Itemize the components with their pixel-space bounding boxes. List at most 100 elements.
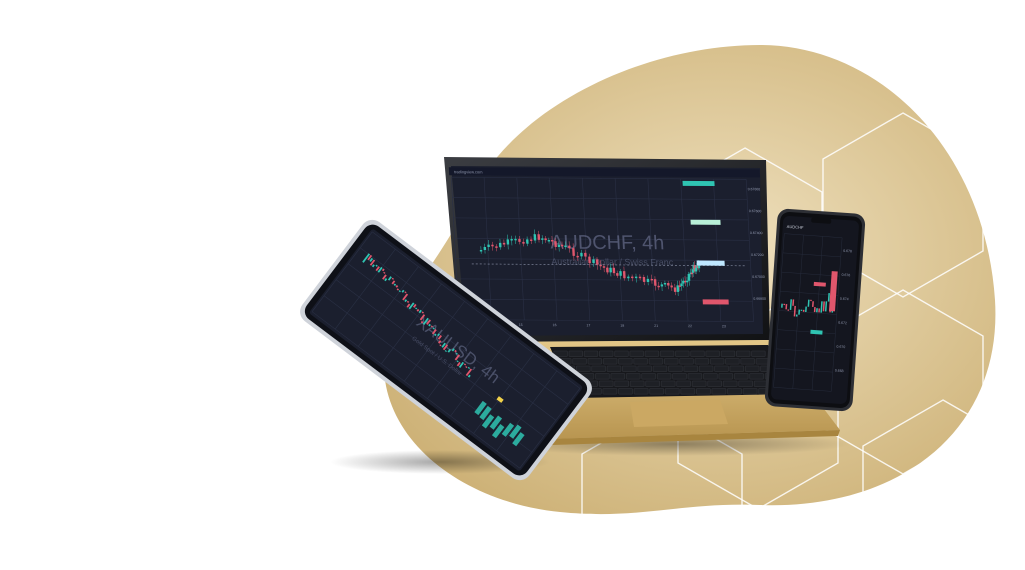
keyboard-key — [722, 380, 738, 387]
candle — [576, 255, 579, 258]
keyboard-key — [587, 358, 603, 365]
price-tick-label: 0.67800 — [748, 187, 761, 191]
candle — [800, 309, 803, 311]
keyboard-key — [687, 373, 703, 380]
hero-illustration: tradingview.com AUDCHF, 4h Australian Do… — [300, 45, 1024, 570]
keyboard-key — [672, 373, 687, 380]
keyboard-key — [606, 365, 622, 372]
candle — [568, 245, 571, 249]
candle — [550, 240, 554, 242]
keyboard-key — [633, 388, 649, 395]
candle — [783, 303, 786, 306]
date-tick-label: 21 — [654, 324, 658, 328]
phone-buy-tag — [810, 329, 823, 335]
price-tick-label: 0.67000 — [752, 275, 765, 279]
candle — [818, 308, 821, 313]
candle — [612, 267, 616, 274]
laptop-entry-tag — [696, 260, 725, 266]
candle — [522, 241, 525, 244]
laptop-touchpad — [630, 400, 728, 427]
keyboard-key — [618, 388, 633, 395]
candle — [638, 276, 642, 279]
keyboard-key — [568, 350, 584, 357]
keyboard-key — [591, 365, 606, 372]
date-tick-label: 16 — [553, 323, 557, 327]
keyboard-key — [595, 373, 610, 380]
phone: AUDCHF 0.6780.6760.6740.6720.6700.668 — [764, 208, 866, 412]
candle — [541, 238, 544, 240]
candle — [495, 246, 498, 248]
candle — [810, 299, 812, 302]
candle — [622, 271, 626, 279]
keyboard-key — [648, 358, 664, 365]
keyboard-key — [576, 365, 591, 372]
price-tick-label: 0.674 — [840, 297, 849, 302]
price-tick-label: 0.67400 — [750, 231, 763, 235]
candle — [498, 242, 502, 248]
candle — [606, 267, 609, 273]
candle — [627, 276, 630, 279]
laptop-sl-tag — [702, 299, 729, 305]
keyboard-key — [675, 350, 690, 357]
keyboard-key — [676, 380, 692, 387]
keyboard-key — [652, 365, 668, 372]
keyboard-key — [599, 350, 614, 357]
date-tick-label: 22 — [688, 324, 692, 328]
keyboard-key — [733, 373, 749, 380]
keyboard-key — [598, 380, 614, 387]
candle — [660, 284, 664, 287]
price-tick-label: 0.672 — [838, 321, 847, 326]
candle — [673, 287, 677, 292]
keyboard-key — [629, 380, 645, 387]
keyboard-key — [602, 358, 618, 365]
candle — [646, 278, 650, 282]
candle — [653, 279, 657, 286]
candle — [584, 252, 587, 257]
candle — [544, 238, 547, 241]
candle — [595, 259, 599, 265]
candle — [634, 276, 638, 279]
keyboard-key — [622, 365, 637, 372]
candle — [592, 259, 595, 263]
keyboard-key — [694, 358, 710, 365]
candle — [554, 241, 557, 247]
keyboard-key — [625, 373, 641, 380]
keyboard-key — [725, 358, 740, 365]
keyboard-key — [744, 365, 760, 372]
price-tick-label: 0.67200 — [751, 253, 764, 257]
keyboard-key — [742, 388, 758, 395]
candle — [518, 238, 521, 242]
price-tick-label: 0.678 — [843, 249, 852, 254]
candle — [602, 266, 606, 268]
keyboard-key — [714, 365, 729, 372]
candle — [557, 244, 561, 247]
laptop-header-text: tradingview.com — [454, 169, 483, 174]
candle — [787, 309, 790, 311]
date-tick-label: 18 — [620, 324, 624, 328]
candle — [526, 239, 529, 244]
candle — [529, 239, 533, 241]
candle — [650, 278, 654, 281]
candle — [816, 308, 818, 313]
candle — [514, 238, 517, 241]
candle — [572, 248, 575, 256]
keyboard-key — [602, 388, 618, 395]
keyboard-key — [711, 388, 727, 395]
keyboard-key — [614, 380, 630, 387]
candle — [547, 240, 551, 242]
keyboard-key — [696, 388, 711, 395]
keyboard-key — [656, 373, 672, 380]
candle — [564, 245, 567, 248]
keyboard-key — [729, 365, 745, 372]
keyboard-key — [683, 365, 699, 372]
keyboard-key — [637, 365, 652, 372]
laptop-tp2-tag — [682, 180, 715, 187]
candle — [483, 246, 487, 251]
candle — [502, 242, 506, 245]
keyboard-key — [749, 373, 764, 380]
candle — [537, 234, 541, 240]
candle — [510, 239, 513, 241]
keyboard-key — [703, 373, 718, 380]
keyboard-key — [572, 358, 587, 365]
keyboard-key — [583, 350, 599, 357]
